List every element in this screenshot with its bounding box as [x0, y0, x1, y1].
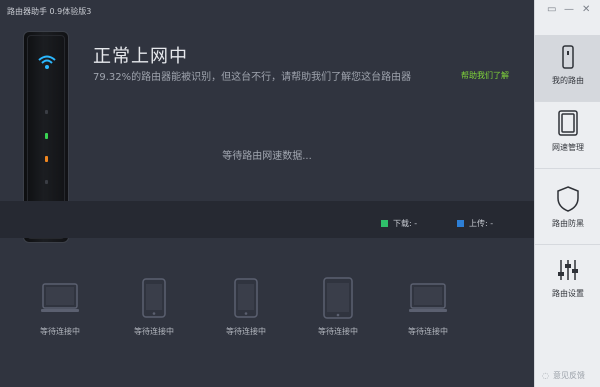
sidebar-item-my-router[interactable]: 我的路由 [535, 35, 600, 101]
sidebar: ▭ — ✕ 我的路由 网速管理 路由防黑 路由设置 [534, 0, 600, 387]
upload-legend: 上传: - [457, 218, 493, 229]
led-1 [45, 110, 48, 114]
router-icon [562, 45, 574, 69]
download-legend: 下载: - [381, 218, 417, 229]
sidebar-item-router-security[interactable]: 路由防黑 [535, 178, 600, 244]
status-subtext: 79.32%的路由器能被识别，但这台不行，请帮助我们了解您这台路由器 [93, 72, 412, 83]
window-controls: ▭ — ✕ [535, 4, 600, 18]
help-link[interactable]: 帮助我们了解 [461, 70, 509, 81]
sidebar-item-label: 路由防黑 [552, 219, 584, 228]
laptop-icon [41, 282, 79, 312]
sidebar-item-router-settings[interactable]: 路由设置 [535, 248, 600, 314]
status-heading: 正常上网中 [93, 46, 188, 67]
shield-icon [557, 186, 579, 212]
sliders-icon [558, 260, 578, 280]
speed-manage-icon [558, 110, 578, 136]
feedback-link[interactable]: ◌ 意见反馈 [542, 370, 585, 381]
main-panel: 路由器助手 0.9体验版3 正常上网中 79.32%的路由器能被识别，但这台不行… [0, 0, 534, 387]
device-label: 等待连接中 [40, 327, 80, 336]
speed-band [0, 201, 534, 238]
window-title: 路由器助手 0.9体验版3 [7, 7, 92, 16]
tablet-icon [323, 276, 353, 319]
download-label: 下载: - [393, 219, 418, 228]
sidebar-item-label: 我的路由 [552, 76, 584, 85]
device-label: 等待连接中 [408, 327, 448, 336]
wifi-icon [38, 55, 56, 69]
device-slot-2[interactable]: 等待连接中 [119, 275, 189, 337]
laptop-icon [409, 282, 447, 312]
led-4 [45, 180, 48, 184]
chat-icon: ◌ [542, 371, 549, 380]
device-slot-5[interactable]: 等待连接中 [393, 275, 463, 337]
feedback-window-icon[interactable]: ▭ [547, 4, 556, 15]
phone-icon [234, 277, 258, 318]
device-label: 等待连接中 [318, 327, 358, 336]
download-swatch [381, 220, 388, 227]
speed-waiting-text: 等待路由网速数据... [222, 151, 312, 162]
device-label: 等待连接中 [134, 327, 174, 336]
feedback-label: 意见反馈 [552, 371, 585, 380]
device-slot-4[interactable]: 等待连接中 [303, 275, 373, 337]
minimize-icon[interactable]: — [564, 4, 574, 15]
upload-label: 上传: - [469, 219, 494, 228]
device-slot-3[interactable]: 等待连接中 [211, 275, 281, 337]
upload-swatch [457, 220, 464, 227]
phone-icon [142, 277, 166, 318]
device-slot-1[interactable]: 等待连接中 [25, 275, 95, 337]
sidebar-item-speed-manage[interactable]: 网速管理 [535, 102, 600, 168]
led-green [45, 133, 48, 139]
device-label: 等待连接中 [226, 327, 266, 336]
sidebar-item-label: 路由设置 [552, 289, 584, 298]
sidebar-item-label: 网速管理 [552, 143, 584, 152]
close-icon[interactable]: ✕ [582, 4, 590, 15]
